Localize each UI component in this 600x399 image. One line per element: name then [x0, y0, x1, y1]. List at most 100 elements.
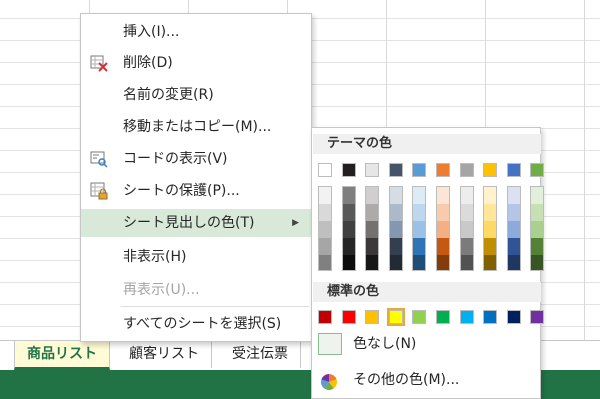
theme-shade-swatch[interactable]	[366, 204, 379, 221]
theme-shade-swatch[interactable]	[460, 187, 473, 204]
standard-color-swatch[interactable]	[459, 310, 474, 324]
theme-shade-swatch[interactable]	[484, 255, 497, 270]
theme-shade-swatch[interactable]	[531, 204, 544, 221]
theme-shade-swatch[interactable]	[507, 238, 520, 255]
menu-item-view-code[interactable]: コードの表示(V)	[81, 145, 311, 173]
theme-shade-swatch[interactable]	[484, 204, 497, 221]
sheet-tab-orders[interactable]: 受注伝票	[220, 341, 301, 368]
theme-color-swatch[interactable]	[506, 163, 521, 177]
sheet-tab-products[interactable]: 商品リスト	[14, 341, 110, 370]
theme-shade-swatch[interactable]	[413, 238, 426, 255]
menu-item-insert[interactable]: 挿入(I)...	[81, 18, 311, 46]
theme-shade-swatch[interactable]	[484, 221, 497, 238]
theme-color-swatch[interactable]	[530, 163, 545, 177]
theme-shade-swatch[interactable]	[319, 255, 331, 270]
theme-color-swatch[interactable]	[365, 163, 380, 177]
menu-item-label: コードの表示(V)	[123, 151, 228, 167]
theme-shade-swatch[interactable]	[389, 238, 402, 255]
theme-shade-swatch[interactable]	[413, 187, 426, 204]
menu-item-hide[interactable]: 非表示(H)	[81, 243, 311, 271]
menu-item-label: シートの保護(P)...	[123, 183, 240, 199]
standard-color-swatch[interactable]	[530, 310, 545, 324]
theme-shade-swatch[interactable]	[437, 221, 449, 238]
theme-shade-column	[483, 186, 498, 271]
more-colors-option[interactable]: その他の色(M)...	[313, 366, 541, 394]
theme-color-swatch[interactable]	[318, 163, 332, 177]
menu-item-label: 削除(D)	[123, 55, 173, 71]
theme-color-swatch[interactable]	[341, 163, 356, 177]
theme-shade-swatch[interactable]	[319, 187, 331, 204]
theme-shade-swatch[interactable]	[366, 187, 379, 204]
standard-color-swatch[interactable]	[318, 310, 332, 324]
theme-shade-swatch[interactable]	[460, 221, 473, 238]
sheet-tab-customers[interactable]: 顧客リスト	[117, 341, 212, 368]
standard-color-swatch[interactable]	[506, 310, 521, 324]
theme-shade-swatch[interactable]	[413, 221, 426, 238]
theme-shade-swatch[interactable]	[389, 187, 402, 204]
theme-shade-swatch[interactable]	[342, 255, 355, 270]
theme-color-swatch[interactable]	[459, 163, 474, 177]
theme-shade-column	[436, 186, 450, 271]
no-color-option[interactable]: 色なし(N)	[313, 330, 541, 358]
theme-colors-header: テーマの色	[313, 134, 541, 154]
theme-shade-swatch[interactable]	[319, 204, 331, 221]
theme-shade-swatch[interactable]	[342, 187, 355, 204]
theme-shade-swatch[interactable]	[437, 238, 449, 255]
menu-item-tab-color[interactable]: シート見出しの色(T) ▶	[81, 209, 311, 237]
theme-shade-swatch[interactable]	[437, 187, 449, 204]
standard-color-swatch[interactable]	[412, 310, 427, 324]
theme-shade-swatch[interactable]	[507, 204, 520, 221]
menu-item-rename[interactable]: 名前の変更(R)	[81, 81, 311, 109]
protect-sheet-icon	[90, 182, 108, 200]
no-color-label: 色なし(N)	[353, 336, 417, 352]
theme-shade-swatch[interactable]	[413, 255, 426, 270]
menu-item-protect-sheet[interactable]: シートの保護(P)...	[81, 177, 311, 205]
menu-item-unhide[interactable]: 再表示(U)...	[81, 276, 311, 304]
standard-color-swatch[interactable]	[386, 308, 405, 326]
delete-sheet-icon	[90, 54, 108, 72]
theme-color-swatch[interactable]	[388, 163, 403, 177]
theme-shade-column	[341, 186, 356, 271]
theme-shade-swatch[interactable]	[531, 221, 544, 238]
theme-shade-swatch[interactable]	[484, 187, 497, 204]
theme-shade-swatch[interactable]	[389, 221, 402, 238]
standard-colors-header: 標準の色	[313, 282, 541, 302]
theme-shade-swatch[interactable]	[460, 255, 473, 270]
menu-item-delete[interactable]: 削除(D)	[81, 49, 311, 77]
theme-shade-swatch[interactable]	[366, 221, 379, 238]
theme-shade-swatch[interactable]	[437, 255, 449, 270]
menu-item-label: 名前の変更(R)	[123, 87, 214, 103]
menu-item-label: シート見出しの色(T)	[123, 215, 255, 231]
theme-shade-swatch[interactable]	[437, 204, 449, 221]
theme-shade-swatch[interactable]	[319, 221, 331, 238]
theme-shade-swatch[interactable]	[507, 255, 520, 270]
no-color-swatch	[318, 333, 342, 355]
theme-shade-swatch[interactable]	[319, 238, 331, 255]
menu-item-select-all-sheets[interactable]: すべてのシートを選択(S)	[81, 310, 311, 338]
theme-shade-swatch[interactable]	[342, 221, 355, 238]
menu-item-move-copy[interactable]: 移動またはコピー(M)...	[81, 113, 311, 141]
theme-shade-swatch[interactable]	[460, 204, 473, 221]
theme-color-swatch[interactable]	[436, 163, 450, 177]
standard-color-swatch[interactable]	[365, 310, 380, 324]
theme-shade-column	[459, 186, 474, 271]
standard-color-swatch[interactable]	[483, 310, 498, 324]
theme-shade-swatch[interactable]	[507, 187, 520, 204]
theme-color-swatch[interactable]	[483, 163, 498, 177]
theme-shade-swatch[interactable]	[366, 255, 379, 270]
theme-shade-swatch[interactable]	[366, 238, 379, 255]
theme-shade-swatch[interactable]	[484, 238, 497, 255]
theme-shade-swatch[interactable]	[389, 255, 402, 270]
theme-shade-swatch[interactable]	[413, 204, 426, 221]
theme-shade-swatch[interactable]	[342, 238, 355, 255]
standard-color-swatch[interactable]	[436, 310, 450, 324]
theme-shade-swatch[interactable]	[342, 204, 355, 221]
theme-color-swatch[interactable]	[412, 163, 427, 177]
theme-shade-swatch[interactable]	[507, 221, 520, 238]
theme-shade-swatch[interactable]	[531, 255, 544, 270]
theme-shade-swatch[interactable]	[389, 204, 402, 221]
standard-color-swatch[interactable]	[341, 310, 356, 324]
theme-shade-swatch[interactable]	[460, 238, 473, 255]
theme-shade-swatch[interactable]	[531, 238, 544, 255]
theme-shade-swatch[interactable]	[531, 187, 544, 204]
